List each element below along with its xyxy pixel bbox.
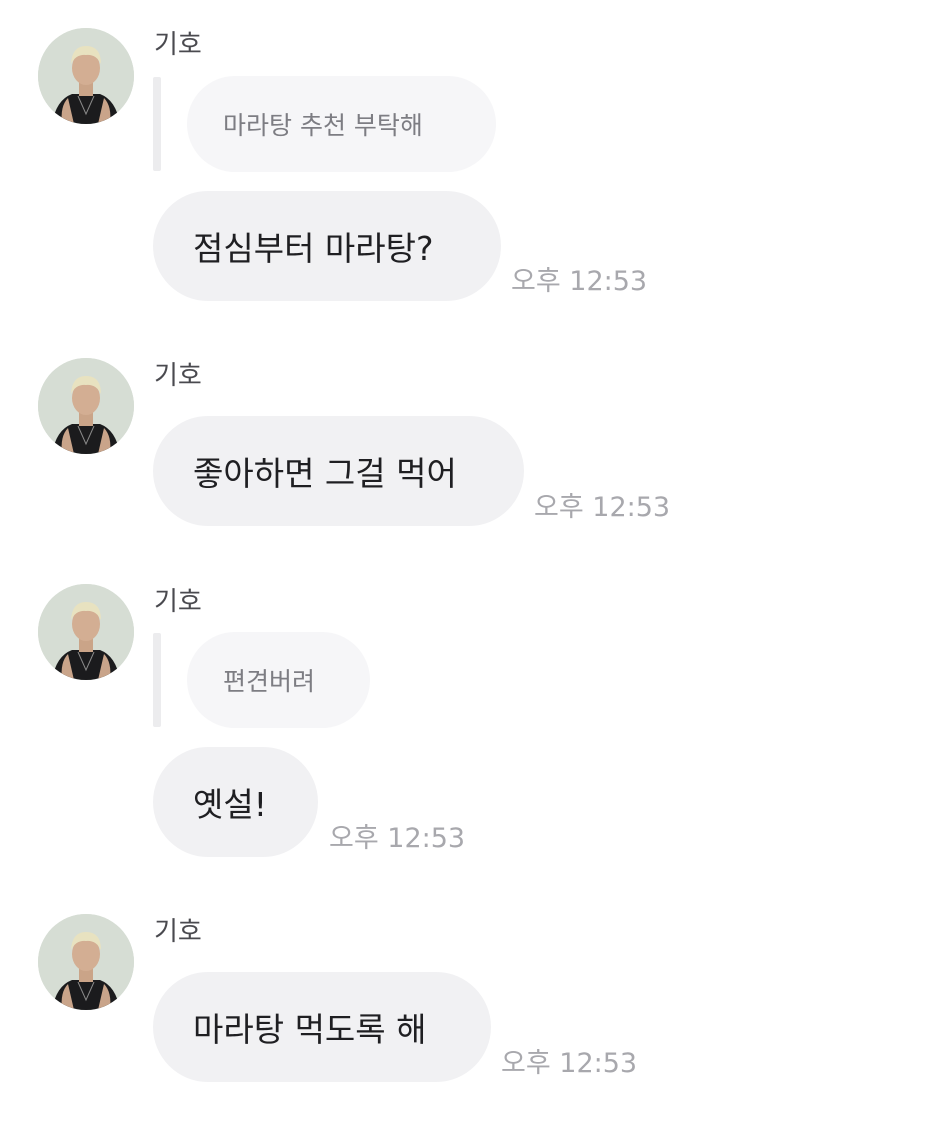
message-text: 옛설!: [193, 785, 267, 824]
message-time: 오후 12:53: [511, 266, 648, 297]
reply-quote-text: 편견버려: [223, 667, 316, 696]
avatar[interactable]: [38, 28, 134, 124]
reply-quote-text: 마라탕 추천 부탁해: [223, 111, 423, 140]
message-bubble[interactable]: 점심부터 마라탕?: [153, 191, 501, 301]
sender-name: 기호: [154, 587, 202, 617]
message-bubble[interactable]: 마라탕 먹도록 해: [153, 972, 491, 1082]
message-time: 오후 12:53: [534, 492, 671, 523]
message-bubble[interactable]: 좋아하면 그걸 먹어: [153, 416, 524, 526]
avatar[interactable]: [38, 914, 134, 1010]
sender-name: 기호: [154, 917, 202, 947]
reply-quote-bar: [153, 77, 161, 171]
reply-quote-bar: [153, 633, 161, 727]
message-text: 점심부터 마라탕?: [193, 229, 434, 268]
avatar[interactable]: [38, 584, 134, 680]
message-text: 마라탕 먹도록 해: [193, 1010, 427, 1049]
reply-quote-bubble[interactable]: 마라탕 추천 부탁해: [187, 76, 496, 172]
sender-name: 기호: [154, 30, 202, 60]
message-time: 오후 12:53: [501, 1048, 638, 1079]
avatar[interactable]: [38, 358, 134, 454]
sender-name: 기호: [154, 361, 202, 391]
message-bubble[interactable]: 옛설!: [153, 747, 318, 857]
message-text: 좋아하면 그걸 먹어: [193, 454, 457, 493]
message-time: 오후 12:53: [329, 823, 466, 854]
reply-quote-bubble[interactable]: 편견버려: [187, 632, 370, 728]
